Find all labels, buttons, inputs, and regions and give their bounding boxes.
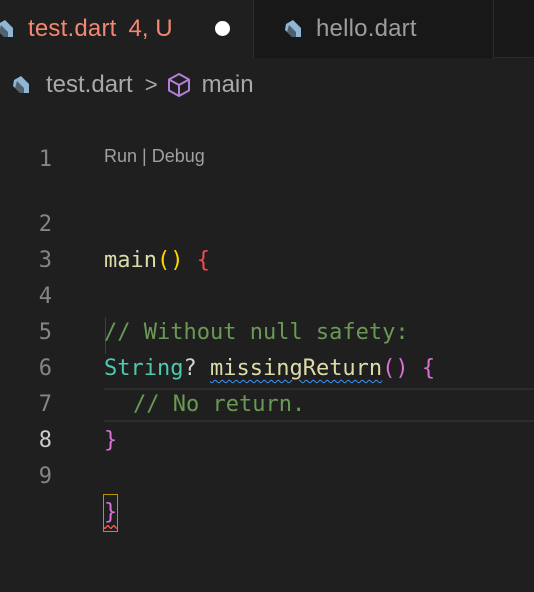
chevron-right-icon: > — [144, 72, 158, 97]
dart-icon — [285, 20, 301, 37]
breadcrumb-symbol[interactable]: main — [202, 71, 254, 99]
code-editor[interactable]: 1 Run | Debug 2 main() { 3 4 // Without … — [0, 104, 534, 592]
dart-icon — [13, 76, 29, 93]
code-line[interactable]: 4 // Without null safety: — [0, 243, 534, 345]
codelens-run-debug[interactable]: Run | Debug — [104, 144, 205, 168]
unsaved-dot-icon[interactable] — [215, 21, 230, 36]
cube-icon — [167, 73, 190, 97]
code-text: } — [102, 494, 119, 532]
code-line[interactable]: 1 — [0, 106, 534, 172]
code-line[interactable]: 7 } — [0, 351, 534, 453]
tab-title: hello.dart — [316, 15, 417, 42]
tab-bar-empty-area — [494, 0, 534, 58]
code-line[interactable]: 5 String? missingReturn() { — [0, 279, 534, 381]
editor-window: test.dart 4, U hello.dart test.dart > ma… — [0, 0, 534, 592]
tab-bar: test.dart 4, U hello.dart — [0, 0, 534, 58]
line-number: 9 — [38, 464, 52, 489]
breadcrumb: test.dart > main — [0, 66, 254, 104]
code-line-current[interactable]: 8 — [0, 387, 534, 453]
breadcrumb-file[interactable]: test.dart — [46, 71, 133, 99]
code-line[interactable]: 2 main() { — [0, 171, 534, 273]
tab-title: test.dart — [28, 15, 117, 42]
tab-hello-dart[interactable]: hello.dart — [254, 0, 494, 58]
code-line[interactable]: 9 } — [0, 423, 534, 532]
code-line[interactable]: 6 // No return. — [0, 315, 534, 417]
unmatched-brace-error[interactable]: } — [102, 494, 119, 532]
problem-count-badge: 4, U — [128, 15, 173, 42]
dart-icon — [0, 20, 13, 37]
tab-test-dart[interactable]: test.dart 4, U — [0, 0, 254, 58]
code-line[interactable]: 3 — [0, 207, 534, 273]
